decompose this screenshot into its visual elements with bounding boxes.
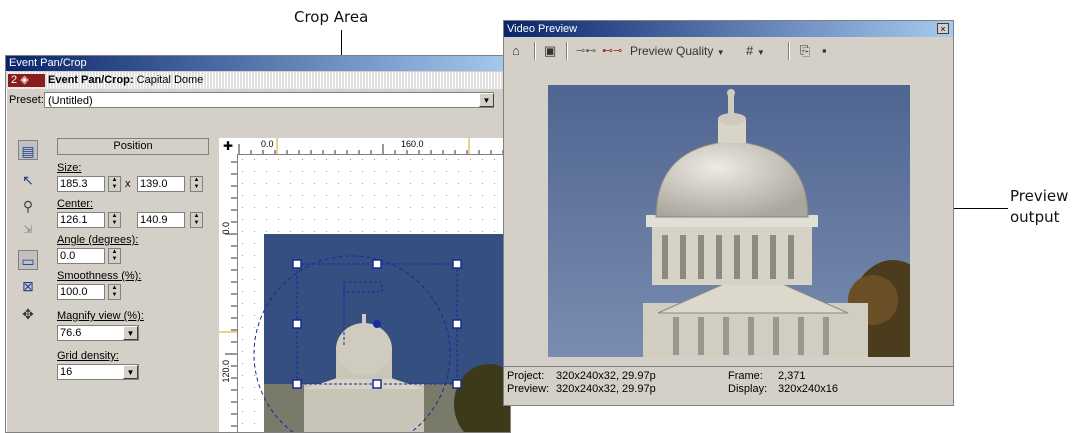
preset-dropdown-button[interactable]: ▼ — [479, 93, 494, 107]
toolbar-separator — [566, 42, 568, 60]
move-icon: ✥ — [22, 306, 34, 322]
angle-field[interactable]: 0.0 — [57, 248, 105, 264]
window-title: Event Pan/Crop — [9, 57, 87, 69]
chevron-down-icon: ▼ — [756, 48, 765, 57]
angle-spinner[interactable]: ▲ ▼ — [108, 248, 121, 264]
video-preview-titlebar[interactable]: Video Preview × — [504, 21, 953, 37]
preview-label: Preview: — [507, 383, 550, 395]
smoothness-spinner[interactable]: ▲ ▼ — [108, 284, 121, 300]
video-preview-toolbar: ⌂ ▣ ⊸⊷ ⊷⊸ Preview Quality ▼ # ▼ ⎘ ▪ — [504, 38, 953, 64]
event-header: 2 ◈ Event Pan/Crop: Capital Dome — [6, 72, 510, 89]
zoom-icon: ⚲ — [22, 198, 34, 214]
copy-snapshot-icon: ⎘ — [800, 43, 811, 58]
video-preview-window: Video Preview × ⌂ ▣ ⊸⊷ ⊷⊸ Preview Qualit… — [503, 20, 954, 406]
magnify-label: Magnify view (%): — [57, 310, 144, 322]
pan-crop-fx-icon: ◈ — [20, 74, 29, 86]
preview-output-label-1: Preview — [1010, 187, 1069, 205]
preview-quality-button[interactable]: Preview Quality ▼ — [630, 42, 725, 60]
overlay-icon: ▣ — [544, 43, 557, 58]
preset-value: (Untitled) — [48, 95, 93, 107]
smoothness-label: Smoothness (%): — [57, 270, 142, 282]
frame-value: 2,371 — [778, 370, 806, 382]
preview-properties-button[interactable]: ⌂ — [512, 42, 520, 60]
video-preview-title: Video Preview — [507, 23, 578, 35]
zoom-tool-button[interactable]: ⚲ — [18, 196, 38, 216]
header-title: Event Pan/Crop: — [48, 74, 134, 86]
magnify-dropdown-button[interactable]: ▼ — [123, 326, 138, 340]
preset-dropdown[interactable]: (Untitled) — [44, 92, 494, 108]
center-y-spinner[interactable]: ▲ ▼ — [190, 212, 203, 228]
save-snapshot-icon: ▪ — [822, 43, 827, 58]
lock-aspect-icon: ▭ — [21, 253, 35, 269]
center-x-spinner[interactable]: ▲ ▼ — [108, 212, 121, 228]
external-monitor-icon: ⊷⊸ — [602, 45, 623, 57]
preview-frame — [548, 85, 910, 357]
split-screen-icon: ⊸⊷ — [576, 45, 597, 57]
center-label: Center: — [57, 198, 94, 210]
pan-crop-canvas[interactable]: ✚ 0.0 160.0 0.0 120.0 — [219, 138, 510, 432]
chevron-down-icon: ▼ — [126, 368, 135, 377]
grid-icon: # — [746, 43, 754, 58]
event-pan-crop-window: Event Pan/Crop 2 ◈ Event Pan/Crop: Capit… — [5, 55, 511, 433]
frame-label: Frame: — [728, 370, 763, 382]
header-subject: Capital Dome — [136, 74, 204, 86]
normal-edit-tool-button[interactable]: ↖ — [18, 170, 38, 190]
properties-icon: ▤ — [21, 143, 35, 159]
pointer-icon: ↖ — [22, 172, 34, 188]
smoothness-field[interactable]: 100.0 — [57, 284, 105, 300]
event-number: 2 — [11, 74, 18, 86]
split-screen-button[interactable]: ⊸⊷ — [576, 42, 596, 60]
event-badge: 2 ◈ — [8, 74, 45, 87]
center-x-field[interactable]: 126.1 — [57, 212, 105, 228]
toolbar-separator — [788, 42, 790, 60]
display-label: Display: — [728, 383, 768, 395]
grid-overlay-button[interactable]: # ▼ — [746, 42, 765, 60]
display-value: 320x240x16 — [778, 383, 838, 395]
preview-quality-label: Preview Quality — [630, 44, 714, 58]
sync-cursor-button[interactable]: ⇲ — [18, 220, 38, 240]
preset-label: Preset: — [9, 94, 44, 106]
scale-about-center-button[interactable]: ⊠ — [18, 276, 38, 296]
grid-density-dropdown-button[interactable]: ▼ — [123, 365, 138, 379]
event-pan-crop-titlebar[interactable]: Event Pan/Crop — [6, 56, 510, 71]
preview-value: 320x240x32, 29.97p — [556, 383, 656, 395]
size-height-field[interactable]: 139.0 — [137, 176, 185, 192]
toolbar-separator — [534, 42, 536, 60]
grid-density-label: Grid density: — [57, 350, 119, 362]
position-tab[interactable]: Position — [57, 138, 209, 155]
sync-cursor-icon: ⇲ — [23, 224, 33, 236]
chevron-down-icon: ▼ — [482, 96, 491, 105]
event-header-text: Event Pan/Crop: Capital Dome — [48, 72, 203, 89]
scale-about-center-icon: ⊠ — [22, 278, 34, 294]
close-icon: × — [940, 24, 946, 34]
angle-label: Angle (degrees): — [57, 234, 139, 246]
save-snapshot-button[interactable]: ▪ — [822, 42, 827, 60]
preview-output-label-2: output — [1010, 208, 1060, 226]
properties-icon: ⌂ — [512, 43, 520, 58]
properties-panel: Position Size: 185.3 ▲ ▼ x 139.0 ▲ ▼ Cente… — [53, 138, 213, 432]
external-monitor-button[interactable]: ⊷⊸ — [602, 42, 622, 60]
size-times-label: x — [125, 178, 131, 190]
chevron-down-icon: ▼ — [716, 48, 725, 57]
lock-aspect-button[interactable]: ▭ — [18, 250, 38, 270]
project-label: Project: — [507, 370, 545, 382]
preview-output-callout: Preview output — [1010, 186, 1068, 228]
capitol-preview-picture — [548, 85, 910, 357]
project-value: 320x240x32, 29.97p — [556, 370, 656, 382]
show-properties-button[interactable]: ▤ — [18, 140, 38, 160]
overlay-button[interactable]: ▣ — [544, 42, 556, 60]
chevron-down-icon: ▼ — [126, 329, 135, 338]
close-button[interactable]: × — [937, 23, 949, 34]
size-height-spinner[interactable]: ▲ ▼ — [190, 176, 203, 192]
crop-area-callout: Crop Area — [294, 8, 369, 26]
crop-overlay[interactable] — [219, 138, 510, 432]
copy-snapshot-button[interactable]: ⎘ — [800, 42, 810, 60]
center-y-field[interactable]: 140.9 — [137, 212, 185, 228]
preview-status-bar: Project: 320x240x32, 29.97p Preview: 320… — [504, 366, 953, 405]
move-freely-button[interactable]: ✥ — [18, 304, 38, 324]
size-width-field[interactable]: 185.3 — [57, 176, 105, 192]
tool-column: ▤ ↖ ⚲ ⇲ ▭ ⊠ ✥ — [6, 114, 48, 432]
size-width-spinner[interactable]: ▲ ▼ — [108, 176, 121, 192]
size-label: Size: — [57, 162, 82, 174]
